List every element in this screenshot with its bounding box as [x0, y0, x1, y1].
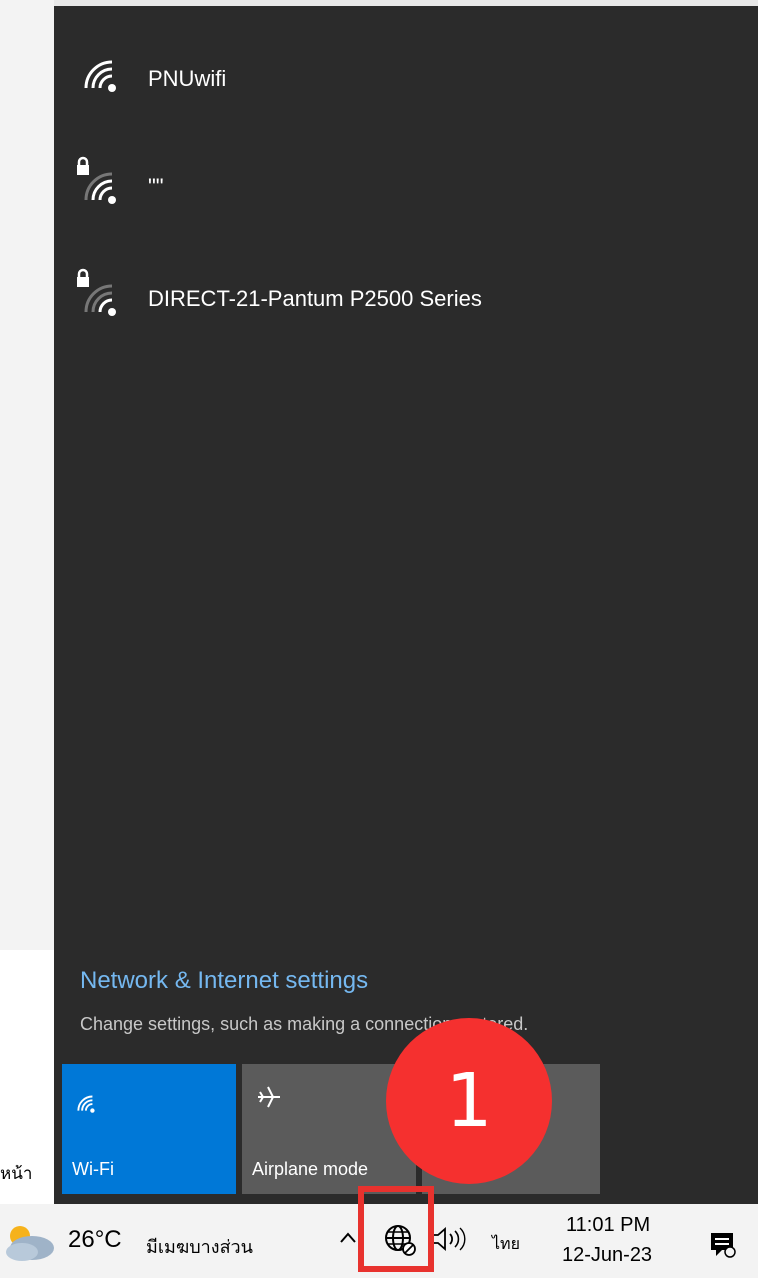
- wifi-icon: [74, 1090, 100, 1121]
- weather-description[interactable]: มีเมฆบางส่วน: [146, 1232, 253, 1261]
- network-flyout: PNUwifi "" DIRECT-21-Pantum P2500 Series…: [54, 6, 758, 1204]
- background-desktop: [0, 0, 54, 950]
- network-internet-settings-link[interactable]: Network & Internet settings: [80, 967, 368, 995]
- lock-icon: [77, 156, 89, 175]
- wifi-signal-icon: [77, 268, 128, 324]
- wifi-signal-icon: [77, 156, 128, 212]
- airplane-mode-label: Airplane mode: [252, 1159, 369, 1179]
- network-item-direct-pantum[interactable]: DIRECT-21-Pantum P2500 Series: [77, 268, 482, 324]
- background-label: หน้า: [0, 1164, 33, 1183]
- wifi-toggle-tile[interactable]: Wi-Fi: [62, 1064, 236, 1194]
- airplane-icon: [254, 1082, 284, 1117]
- chevron-up-icon[interactable]: [338, 1228, 358, 1254]
- network-item-pnuwifi[interactable]: PNUwifi: [78, 54, 226, 104]
- network-name: DIRECT-21-Pantum P2500 Series: [148, 286, 482, 311]
- input-language[interactable]: ไทย: [492, 1232, 520, 1257]
- volume-icon[interactable]: [428, 1224, 468, 1259]
- network-name: "": [148, 174, 164, 199]
- network-name: PNUwifi: [148, 66, 227, 91]
- step-number-badge: 1: [386, 1018, 552, 1184]
- notification-center-icon[interactable]: [708, 1230, 736, 1265]
- highlight-box: [358, 1186, 434, 1272]
- wifi-tile-label: Wi-Fi: [72, 1159, 114, 1179]
- wifi-signal-icon: [78, 54, 128, 104]
- partly-cloudy-icon[interactable]: [0, 1222, 56, 1267]
- weather-temperature[interactable]: 26°C: [68, 1226, 122, 1254]
- lock-icon: [77, 268, 89, 287]
- clock-date[interactable]: 12-Jun-23: [562, 1244, 652, 1267]
- network-item-secured-2[interactable]: "": [77, 156, 164, 212]
- clock-time[interactable]: 11:01 PM: [566, 1214, 650, 1237]
